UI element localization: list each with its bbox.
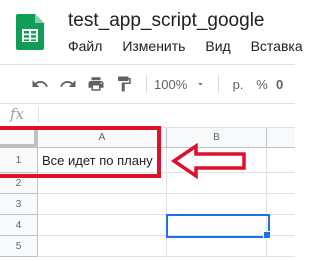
- fx-icon: fx: [10, 105, 25, 123]
- cell-c1[interactable]: [267, 148, 295, 173]
- zoom-value: 100%: [154, 76, 188, 92]
- cell-b5[interactable]: [167, 236, 267, 257]
- menu-item-view[interactable]: Вид: [205, 38, 230, 54]
- cell-a3[interactable]: [38, 194, 167, 215]
- undo-icon: [32, 80, 48, 87]
- format-currency-button[interactable]: р.: [226, 65, 250, 103]
- cell-c5[interactable]: [267, 236, 295, 257]
- cell-c3[interactable]: [267, 194, 295, 215]
- selected-cell-outline: [166, 214, 270, 238]
- decrease-decimal-button[interactable]: 0: [276, 65, 295, 103]
- cell-c4[interactable]: [267, 215, 295, 236]
- cell-b3[interactable]: [167, 194, 267, 215]
- format-percent-button[interactable]: %: [252, 65, 272, 103]
- redo-icon: [60, 80, 76, 87]
- row-header-5[interactable]: 5: [0, 236, 38, 257]
- toolbar-separator: [146, 75, 147, 93]
- toolbar-separator: [218, 75, 219, 93]
- document-title[interactable]: test_app_script_google: [68, 10, 264, 32]
- print-icon: [88, 77, 104, 91]
- percent-label: %: [256, 76, 268, 92]
- paint-format-button[interactable]: [112, 65, 136, 103]
- print-button[interactable]: [84, 65, 108, 103]
- formula-bar: fx: [0, 103, 295, 128]
- chevron-down-icon: [198, 83, 203, 86]
- row-header-3[interactable]: 3: [0, 194, 38, 215]
- cell-a5[interactable]: [38, 236, 167, 257]
- annotation-arrow-icon: [170, 142, 246, 180]
- paint-format-icon: [118, 76, 131, 92]
- menu-item-file[interactable]: Файл: [68, 38, 102, 54]
- toolbar: 100% р. % 0: [0, 64, 295, 104]
- menu-bar: Файл Изменить Вид Вставка: [68, 38, 319, 54]
- menu-item-insert[interactable]: Вставка: [251, 38, 303, 54]
- cell-a4[interactable]: [38, 215, 167, 236]
- google-sheets-logo-icon[interactable]: [16, 14, 44, 50]
- menu-item-edit[interactable]: Изменить: [122, 38, 185, 54]
- currency-label: р.: [232, 76, 244, 92]
- row-header-4[interactable]: 4: [0, 215, 38, 236]
- decimal-label: 0: [276, 76, 284, 92]
- cell-c2[interactable]: [267, 173, 295, 194]
- formula-separator: [38, 107, 39, 123]
- undo-button[interactable]: [28, 65, 52, 103]
- zoom-select[interactable]: 100%: [154, 65, 206, 103]
- fill-handle[interactable]: [263, 231, 271, 239]
- redo-button[interactable]: [56, 65, 80, 103]
- annotation-highlight-box: [0, 126, 161, 178]
- formula-input[interactable]: [44, 103, 294, 127]
- column-header-c[interactable]: [267, 128, 295, 148]
